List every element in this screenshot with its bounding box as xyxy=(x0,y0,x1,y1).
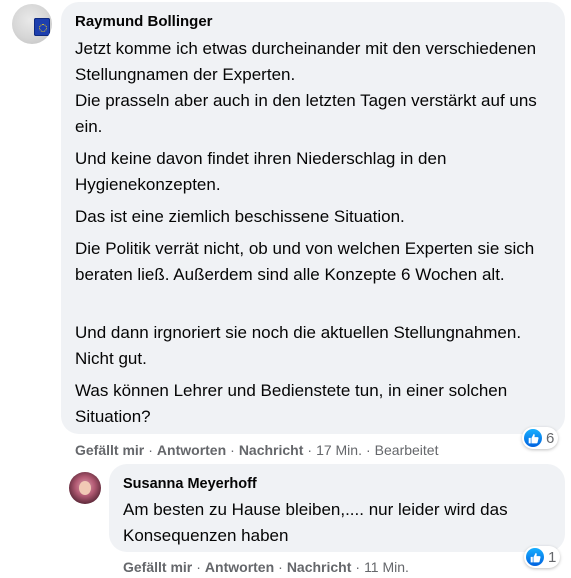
separator: · xyxy=(278,559,283,575)
comment-paragraph: Die prasseln aber auch in den letzten Ta… xyxy=(75,91,537,136)
separator: · xyxy=(148,442,153,458)
reply-button[interactable]: Antworten xyxy=(205,559,274,575)
comment-paragraph: Das ist eine ziemlich beschissene Situat… xyxy=(75,207,405,226)
comment-author[interactable]: Susanna Meyerhoff xyxy=(123,476,257,492)
comment-paragraph: Die Politik verrät nicht, ob und von wel… xyxy=(75,239,535,284)
separator: · xyxy=(230,442,235,458)
like-button[interactable]: Gefällt mir xyxy=(75,442,144,458)
timestamp[interactable]: 17 Min. xyxy=(316,442,362,458)
profile-photo xyxy=(79,481,91,495)
reply-button[interactable]: Antworten xyxy=(157,442,226,458)
reply-bubble: Susanna Meyerhoff Am besten zu Hause ble… xyxy=(109,464,565,552)
comment-paragraph: Am besten zu Hause bleiben,.... nur leid… xyxy=(123,500,508,545)
timestamp[interactable]: 11 Min. xyxy=(364,559,409,575)
comment-actions: Gefällt mir · Antworten · Nachricht · 11… xyxy=(123,559,409,575)
comment-paragraph: Jetzt komme ich etwas durcheinander mit … xyxy=(75,39,537,84)
like-thumbs-up-icon xyxy=(526,548,544,566)
comment-paragraph: Und keine davon findet ihren Niederschla… xyxy=(75,149,447,194)
comment-paragraph: Und dann irgnoriert sie noch die aktuell… xyxy=(75,323,522,368)
reaction-count: 1 xyxy=(548,548,557,566)
edited-label[interactable]: Bearbeitet xyxy=(375,442,439,458)
comment-bubble: Raymund Bollinger Jetzt komme ich etwas … xyxy=(61,2,565,434)
separator: · xyxy=(307,442,313,458)
reaction-summary[interactable]: 1 xyxy=(524,546,561,568)
separator: · xyxy=(196,559,201,575)
like-thumbs-up-icon xyxy=(524,429,542,447)
comment-actions: Gefällt mir · Antworten · Nachricht · 17… xyxy=(75,442,438,458)
separator: · xyxy=(365,442,371,458)
reaction-count: 6 xyxy=(546,429,555,447)
like-button[interactable]: Gefällt mir xyxy=(123,559,192,575)
message-button[interactable]: Nachricht xyxy=(287,559,352,575)
comment-author[interactable]: Raymund Bollinger xyxy=(75,13,213,30)
message-button[interactable]: Nachricht xyxy=(239,442,304,458)
avatar[interactable] xyxy=(69,472,101,504)
comment-paragraph: Was können Lehrer und Bedienstete tun, i… xyxy=(75,381,508,426)
separator: · xyxy=(355,559,361,575)
reaction-summary[interactable]: 6 xyxy=(522,427,559,449)
flag-icon xyxy=(34,18,50,36)
avatar[interactable] xyxy=(12,4,52,44)
